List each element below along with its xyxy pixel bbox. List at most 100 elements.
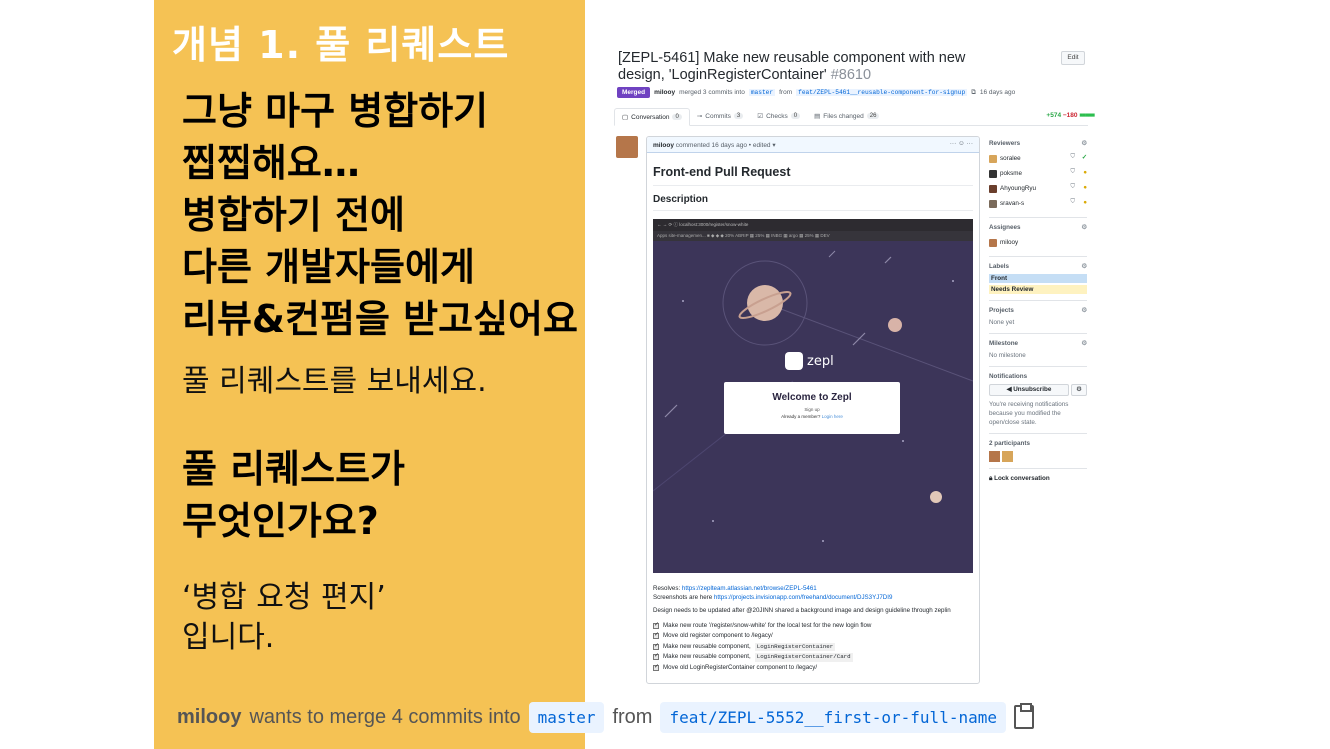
unsubscribe-button[interactable]: ◀ Unsubscribe (989, 384, 1069, 396)
reviewer-item[interactable]: AhyoungRyu ⛉ ● (989, 181, 1087, 196)
gear-icon[interactable]: ⚙ (1081, 140, 1087, 147)
label-needs-review[interactable]: Needs Review (989, 285, 1087, 294)
tab-files-changed[interactable]: ▤ Files changed 26 (807, 107, 886, 125)
avatar[interactable] (1002, 451, 1013, 462)
checks-icon: ☑ (757, 113, 764, 120)
checkbox[interactable] (653, 663, 659, 671)
avatar (989, 169, 997, 178)
checkbox[interactable] (653, 642, 659, 650)
assignee-item[interactable]: milooy (989, 235, 1087, 250)
diff-blocks: ■■■■■ (1079, 112, 1095, 119)
labels-label: Labels (989, 263, 1009, 270)
lock-conversation[interactable]: 🔒︎ Lock conversation (989, 475, 1087, 483)
edit-button[interactable]: Edit (1061, 51, 1085, 65)
shield-icon: ⛉ (1070, 184, 1075, 190)
slide-question-2: 무엇인가요? (182, 499, 379, 543)
slide-title: 개념 1. 풀 리퀘스트 (172, 23, 510, 67)
comment-author[interactable]: milooy (653, 142, 674, 149)
meta-from: from (779, 89, 793, 96)
checkbox[interactable] (653, 652, 659, 661)
file-diff-icon: ▤ (814, 113, 821, 120)
task-item: Make new route '/register/snow-white' fo… (653, 621, 973, 632)
welcome-title: Welcome to Zepl (772, 392, 852, 403)
browser-address-bar: ← → ⟳ ⓘ localhost:3000/register/snow-whi… (653, 219, 973, 231)
head-branch[interactable]: feat/ZEPL-5552__first-or-full-name (660, 701, 1006, 733)
notifications-note: You're receiving notifications because y… (989, 401, 1069, 426)
meta-user[interactable]: milooy (654, 89, 675, 96)
slide-panel: 개념 1. 풀 리퀘스트 그냥 마구 병합하기 찝찝해요… 병합하기 전에 다른… (154, 0, 585, 749)
shooting-star-icon (828, 250, 836, 258)
member-line: Already a member? Login here (724, 414, 900, 419)
assignee-name: milooy (1000, 239, 1019, 246)
pr-meta: Merged milooy merged 3 commits into mast… (617, 87, 1015, 98)
reviewer-item[interactable]: sravan-s ⛉ ● (989, 196, 1087, 211)
shield-icon: ⛉ (1070, 154, 1075, 160)
reviewer-name: soralee (1000, 155, 1021, 162)
gear-icon[interactable]: ⚙ (1081, 340, 1087, 347)
tab-conversation[interactable]: ▢ Conversation 0 (614, 108, 690, 126)
checkbox[interactable] (653, 621, 659, 629)
label-front[interactable]: Front (989, 274, 1087, 283)
reviewer-name: poksme (1000, 170, 1023, 177)
base-branch[interactable]: master (528, 701, 605, 733)
assignees-section: Assignees ⚙ milooy (989, 224, 1087, 257)
tab-commits[interactable]: ⊸ Commits 3 (690, 107, 750, 125)
tab-label: Checks (766, 112, 788, 120)
milestone-value: No milestone (989, 352, 1026, 359)
slide-line-5: 리뷰&컨펌을 받고싶어요 (182, 297, 578, 341)
milestone-section: Milestone ⚙ No milestone (989, 340, 1087, 367)
avatar (989, 199, 997, 208)
pr-sidebar: Reviewers ⚙ soralee ⛉ ✓ poksme ⛉ ● Ahyoun… (989, 140, 1087, 483)
design-note: Design needs to be updated after @20JINN… (653, 607, 951, 614)
task-text: Move old register component to /legacy/ (663, 632, 773, 639)
gear-icon[interactable]: ⚙ (1081, 224, 1087, 231)
milestone-label: Milestone (989, 340, 1019, 347)
screenshots-label: Screenshots are here (653, 593, 713, 601)
slide-line-1: 그냥 마구 병합하기 (182, 89, 489, 133)
unsubscribe-group: ◀ Unsubscribe ⚙ (989, 384, 1087, 396)
tab-label: Commits (705, 112, 731, 120)
slide-answer-2: 입니다. (182, 620, 275, 655)
copy-branch-icon[interactable] (1013, 703, 1034, 729)
participants-section: 2 participants (989, 440, 1087, 469)
avatar[interactable] (989, 451, 1000, 462)
gear-icon[interactable]: ⚙ (1081, 263, 1087, 270)
projects-value: None yet (989, 319, 1015, 326)
pending-dot-icon: ● (1083, 169, 1087, 176)
avatar[interactable] (616, 136, 638, 158)
checkbox[interactable] (653, 631, 659, 640)
meta-head-branch[interactable]: feat/ZEPL-5461__reusable-component-for-s… (796, 89, 968, 96)
task-text: Make new reusable component, (663, 653, 751, 660)
signup-link[interactable]: Sign up (724, 407, 900, 412)
merged-badge: Merged (617, 87, 651, 98)
reviewers-section: Reviewers ⚙ soralee ⛉ ✓ poksme ⛉ ● Ahyoun… (989, 140, 1087, 218)
gear-icon[interactable]: ⚙ (1081, 307, 1087, 314)
reviewer-name: AhyoungRyu (1000, 185, 1037, 192)
comment-body: Resolves: https://zeplteam.atlassian.net… (653, 585, 973, 673)
resolves-link[interactable]: https://zeplteam.atlassian.net/browse/ZE… (682, 585, 817, 592)
task-item: Move old register component to /legacy/ (653, 631, 973, 642)
tab-checks[interactable]: ☑ Checks 0 (750, 107, 807, 125)
pr-tabs: ▢ Conversation 0 ⊸ Commits 3 ☑ Checks 0 … (614, 108, 1088, 126)
login-link[interactable]: Login here (822, 414, 843, 419)
meta-text: merged 3 commits into (679, 89, 745, 96)
reviewer-item[interactable]: soralee ⛉ ✓ (989, 151, 1087, 166)
screenshots-link[interactable]: https://projects.invisionapp.com/freehan… (714, 594, 893, 601)
diff-deletions: −180 (1062, 112, 1078, 119)
copy-icon[interactable]: ⧉ (971, 89, 976, 97)
merge-user[interactable]: milooy (177, 706, 241, 729)
browser-bookmarks: Apps site-managemen... ■ ◆ ◆ ◆ 20% ABRIP… (653, 231, 973, 241)
approved-check-icon: ✓ (1081, 154, 1087, 161)
lock-label: Lock conversation (994, 475, 1050, 482)
notification-settings-icon[interactable]: ⚙ (1071, 384, 1087, 396)
comment-header: milooy commented 16 days ago • edited ▾ … (647, 137, 979, 153)
star-icon (822, 540, 824, 542)
tab-label: Conversation (631, 113, 670, 121)
comment-actions[interactable]: ··· ☺ ··· (950, 140, 973, 147)
reviewer-item[interactable]: poksme ⛉ ● (989, 166, 1087, 181)
tab-count: 0 (672, 114, 682, 120)
nav-arrows-icon: ← → ⟳ ⓘ (657, 222, 680, 227)
meta-base-branch[interactable]: master (748, 89, 776, 96)
task-text: Make new reusable component, (663, 642, 751, 650)
moon-icon (888, 318, 902, 332)
